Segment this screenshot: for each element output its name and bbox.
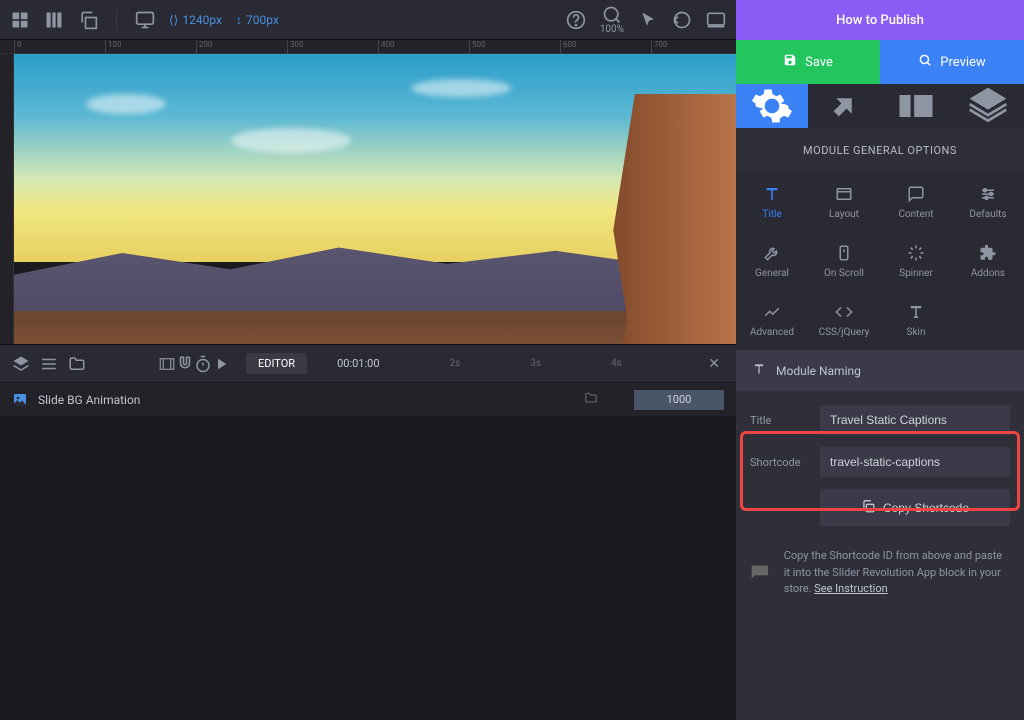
timeline-tick: 3s — [530, 358, 541, 369]
shortcode-input[interactable] — [820, 447, 1010, 477]
how-to-publish-button[interactable]: How to Publish — [736, 0, 1024, 40]
top-toolbar: ⟨⟩1240px ↕700px 100% — [0, 0, 736, 40]
section-title: MODULE GENERAL OPTIONS — [736, 128, 1024, 173]
content-icon — [907, 185, 925, 203]
folder-icon[interactable] — [68, 355, 86, 373]
undo-icon[interactable] — [672, 10, 692, 30]
options-grid: Title Layout Content Defaults General On… — [736, 173, 1024, 350]
title-label: Title — [750, 414, 810, 427]
magnet-icon[interactable] — [176, 355, 194, 373]
tab-slides[interactable] — [880, 84, 952, 128]
code-icon — [835, 303, 853, 321]
defaults-icon — [979, 185, 997, 203]
sidebar-tabs — [736, 84, 1024, 128]
option-spinner[interactable]: Spinner — [880, 232, 952, 291]
see-instruction-link[interactable]: See Instruction — [814, 582, 887, 595]
scroll-icon — [835, 244, 853, 262]
frames-icon[interactable] — [158, 355, 176, 373]
save-button[interactable]: Save — [736, 40, 880, 84]
timeline-tick: 2s — [450, 358, 461, 369]
layer-folder-icon[interactable] — [584, 391, 598, 408]
option-content[interactable]: Content — [880, 173, 952, 232]
search-icon — [918, 53, 932, 71]
columns-icon[interactable] — [44, 10, 64, 30]
ruler-vertical — [0, 54, 14, 344]
option-addons[interactable]: Addons — [952, 232, 1024, 291]
timeline-toolbar: EDITOR 00:01:00 2s 3s 4s ✕ — [0, 344, 736, 382]
tab-layers[interactable] — [952, 84, 1024, 128]
preview-button[interactable]: Preview — [880, 40, 1024, 84]
layout-icon — [835, 185, 853, 203]
canvas-area[interactable]: 0 100 200 300 400 500 600 700 — [0, 40, 736, 344]
subsection-header[interactable]: Module Naming — [736, 350, 1024, 391]
list-icon[interactable] — [40, 355, 58, 373]
title-icon — [752, 362, 766, 379]
spinner-icon — [907, 244, 925, 262]
canvas-height[interactable]: ↕700px — [236, 13, 279, 27]
title-input[interactable] — [820, 405, 1010, 435]
slide-canvas[interactable] — [14, 54, 736, 344]
layer-name: Slide BG Animation — [38, 393, 574, 407]
save-icon — [783, 53, 797, 71]
option-onscroll[interactable]: On Scroll — [808, 232, 880, 291]
option-css[interactable]: CSS/jQuery — [808, 291, 880, 350]
shortcode-label: Shortcode — [750, 456, 810, 469]
ruler-horizontal: 0 100 200 300 400 500 600 700 — [0, 40, 736, 54]
tab-navigation[interactable] — [808, 84, 880, 128]
copy-icon — [861, 499, 875, 516]
chart-icon — [763, 303, 781, 321]
info-icon — [750, 550, 770, 598]
layers-icon[interactable] — [12, 355, 30, 373]
timeline-tick: 4s — [611, 358, 622, 369]
info-row: Copy the Shortcode ID from above and pas… — [736, 544, 1024, 616]
sidebar: How to Publish Save Preview MODULE GENER… — [736, 0, 1024, 720]
timeline-time: 00:01:00 — [337, 357, 379, 370]
canvas-width[interactable]: ⟨⟩1240px — [169, 13, 222, 27]
option-skin[interactable]: Skin — [880, 291, 952, 350]
zoom-icon[interactable] — [602, 5, 622, 25]
editor-mode-badge[interactable]: EDITOR — [246, 353, 307, 374]
timeline-layer-row[interactable]: Slide BG Animation 1000 — [0, 382, 736, 416]
title-icon — [763, 185, 781, 203]
zoom-value: 100% — [600, 25, 624, 35]
tab-settings[interactable] — [736, 84, 808, 128]
desktop-icon[interactable] — [135, 10, 155, 30]
timeline-empty — [0, 416, 736, 720]
skin-icon — [907, 303, 925, 321]
grid-view-icon[interactable] — [10, 10, 30, 30]
cursor-icon[interactable] — [638, 10, 658, 30]
option-layout[interactable]: Layout — [808, 173, 880, 232]
wrench-icon — [763, 244, 781, 262]
copy-shortcode-button[interactable]: Copy Shortcode — [820, 489, 1010, 526]
puzzle-icon — [979, 244, 997, 262]
option-title[interactable]: Title — [736, 173, 808, 232]
image-icon — [12, 392, 28, 408]
copy-icon[interactable] — [78, 10, 98, 30]
option-defaults[interactable]: Defaults — [952, 173, 1024, 232]
help-icon[interactable] — [566, 10, 586, 30]
option-general[interactable]: General — [736, 232, 808, 291]
stopwatch-icon[interactable] — [194, 355, 212, 373]
device-icon[interactable] — [706, 10, 726, 30]
timeline-close[interactable]: ✕ — [692, 356, 736, 372]
toolbar-divider — [116, 10, 117, 30]
play-icon[interactable] — [212, 355, 230, 373]
option-advanced[interactable]: Advanced — [736, 291, 808, 350]
keyframe-block[interactable]: 1000 — [634, 390, 724, 410]
